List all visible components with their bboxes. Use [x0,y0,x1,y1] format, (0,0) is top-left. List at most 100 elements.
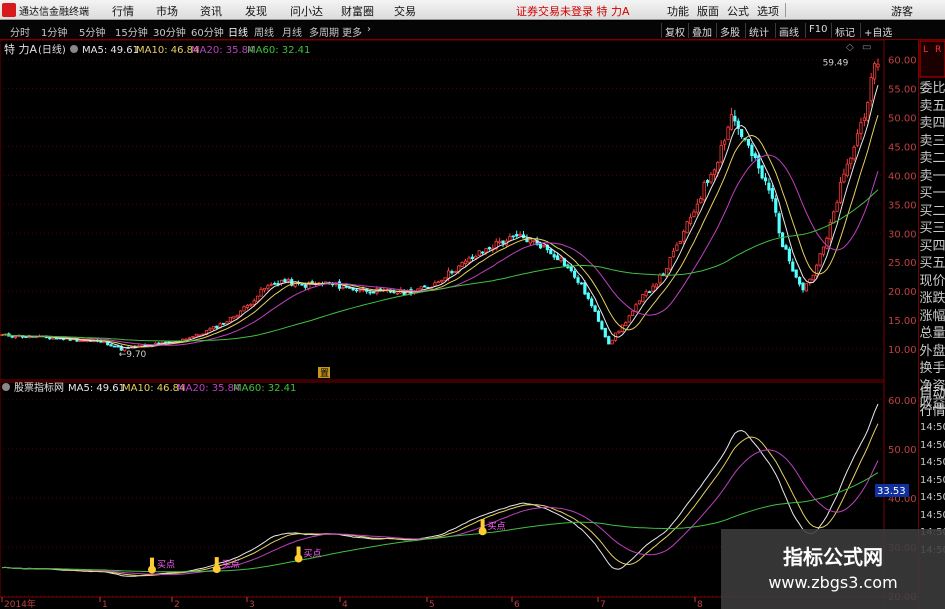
candle-body [549,249,553,255]
candle-body [821,246,826,255]
tab-15min[interactable]: 15分钟 [115,24,148,39]
stock-name-label: 特 力A [4,42,37,56]
candle-body [780,232,785,248]
draw-line-button[interactable]: 画线 [775,23,802,39]
candle-body [552,254,556,258]
multi-stock-button[interactable]: 多股 [716,23,743,39]
menu-trade[interactable]: 交易 [394,3,416,19]
candle-body [794,269,798,278]
candle-body [804,283,809,292]
candle-body [872,63,877,80]
tab-30min[interactable]: 30分钟 [153,24,186,39]
quote-row-label: 总量 [919,326,945,341]
tab-more[interactable]: 更多 [342,24,362,39]
quote-panel: L R 委比 卖五 卖四 卖三 卖二 卖一 买一 买二 买三 买四 买五 现价 涨跌 涨幅 总量 外盘 换手 净资… [918,40,945,609]
menu-market[interactable]: 市场 [156,3,178,19]
tab-monthly[interactable]: 月线 [282,24,302,39]
menu-news[interactable]: 资讯 [200,3,222,19]
menu-layout[interactable]: 版面 [697,3,719,19]
chevron-right-icon[interactable]: › [367,24,371,35]
candle-body [266,285,270,289]
candle-body [109,344,113,347]
candle-body [624,322,628,327]
ma5-label: MA5: 49.61 [82,45,139,56]
menu-ask-xiaoda[interactable]: 问小达 [290,3,323,19]
x-tick-label: 4 [342,600,348,609]
candle-body [191,336,195,338]
candle-body [256,295,260,303]
candle-body [733,115,737,122]
candle-body [740,128,744,137]
tab-60min[interactable]: 60分钟 [191,24,224,39]
y-tick-label: 55.00 [888,85,917,96]
watermark-title: 指标公式网 [783,545,883,569]
menu-discover[interactable]: 发现 [245,3,267,19]
candle-body [617,330,621,333]
candle-body [112,345,117,348]
candle-body [232,316,236,319]
expand-icon[interactable]: ▭ [862,42,871,53]
menu-wealth-circle[interactable]: 财富圈 [341,3,374,19]
candle-body [593,305,597,312]
candle-body [859,122,863,134]
buy-signal-label: 买点 [157,560,175,571]
candle-body [484,248,488,253]
period-toolbar: 分时 1分钟 5分钟 15分钟 30分钟 60分钟 日线 周线 月线 多周期 更… [0,21,945,40]
quote-tab[interactable]: 行情 [919,403,945,420]
y-tick-label: 50.00 [888,113,917,124]
guest-account[interactable]: 游客 [891,3,913,19]
adjust-rights-button[interactable]: 复权 [661,23,688,39]
tab-intraday[interactable]: 分时 [10,24,30,39]
mark-button[interactable]: 标记 [831,23,858,39]
candle-body [470,256,474,259]
menu-options[interactable]: 选项 [757,3,779,19]
statistics-button[interactable]: 统计 [745,23,772,39]
candle-body [750,144,754,156]
candle-body [583,282,587,295]
candle-body [453,270,457,273]
candle-body [811,274,815,281]
diamond-icon[interactable]: ◇ [846,42,854,53]
quote-row-label: 买三 [919,221,945,236]
overlay-button[interactable]: 叠加 [688,23,715,39]
high-price-annotation: 59.49 [823,59,849,69]
candle-body [596,310,601,322]
quote-row-label: 卖一 [919,168,945,184]
main-grid [0,59,884,350]
app-logo-icon [2,3,16,17]
tab-5min[interactable]: 5分钟 [79,24,105,39]
candle-body [569,266,573,272]
menu-formula[interactable]: 公式 [727,3,749,19]
settings-dot-icon[interactable] [70,45,78,53]
candle-body [303,284,307,288]
candle-body [487,247,492,250]
candle-body [573,270,577,278]
candle-body [644,291,648,296]
menu-quotes[interactable]: 行情 [112,3,134,19]
f10-button[interactable]: F10 [805,23,830,38]
menu-function[interactable]: 功能 [667,3,689,19]
candle-body [801,282,805,291]
sub-ma20-label: MA20: 35.84 [177,383,240,394]
quote-row-label: 买四 [919,238,945,254]
y-tick-label: 50.00 [888,445,917,456]
add-watchlist-button[interactable]: +自选 [860,23,895,39]
candle-body [341,287,345,290]
tab-weekly[interactable]: 周线 [254,24,274,39]
tab-daily[interactable]: 日线 [228,24,248,39]
sub-settings-dot-icon[interactable] [2,383,10,391]
candle-body [832,211,836,224]
quote-tab[interactable]: 自动 [919,385,945,402]
kline-chart-area[interactable]: 10.00 15.00 20.00 25.00 30.00 35.00 40.00 45.00… [0,40,945,609]
candle-body [354,289,359,292]
candle-body [726,126,730,140]
trade-time: 14:50 [920,474,945,486]
panel-toggle-icon[interactable]: L R [919,40,945,80]
tdx-terminal-window: 通达信金融终端 行情 市场 资讯 发现 问小达 财富圈 交易 证券交易未登录 特… [0,0,945,609]
candle-body [658,274,662,284]
tab-1min[interactable]: 1分钟 [41,24,67,39]
candle-body [648,291,652,293]
quote-row-label: 换手 [919,361,945,376]
candle-body [579,282,584,285]
tab-multi-period[interactable]: 多周期 [309,24,339,39]
